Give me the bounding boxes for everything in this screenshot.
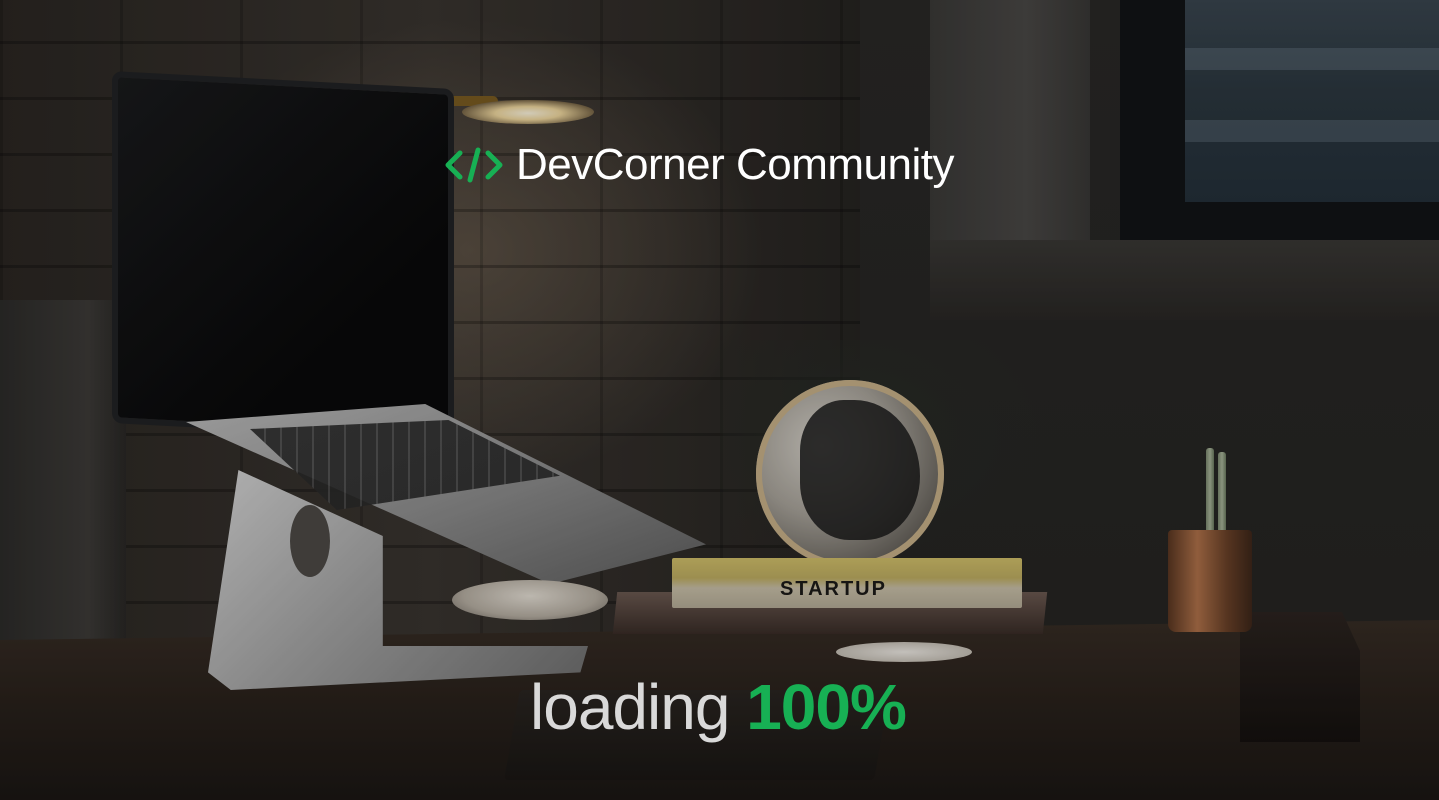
brand: DevCorner Community [444,140,954,190]
brand-name: DevCorner Community [516,140,954,189]
code-brackets-icon [444,145,504,185]
loading-percent: 100% [746,671,907,743]
loading-indicator: loading 100% [530,670,907,744]
loading-label: loading [530,671,730,743]
